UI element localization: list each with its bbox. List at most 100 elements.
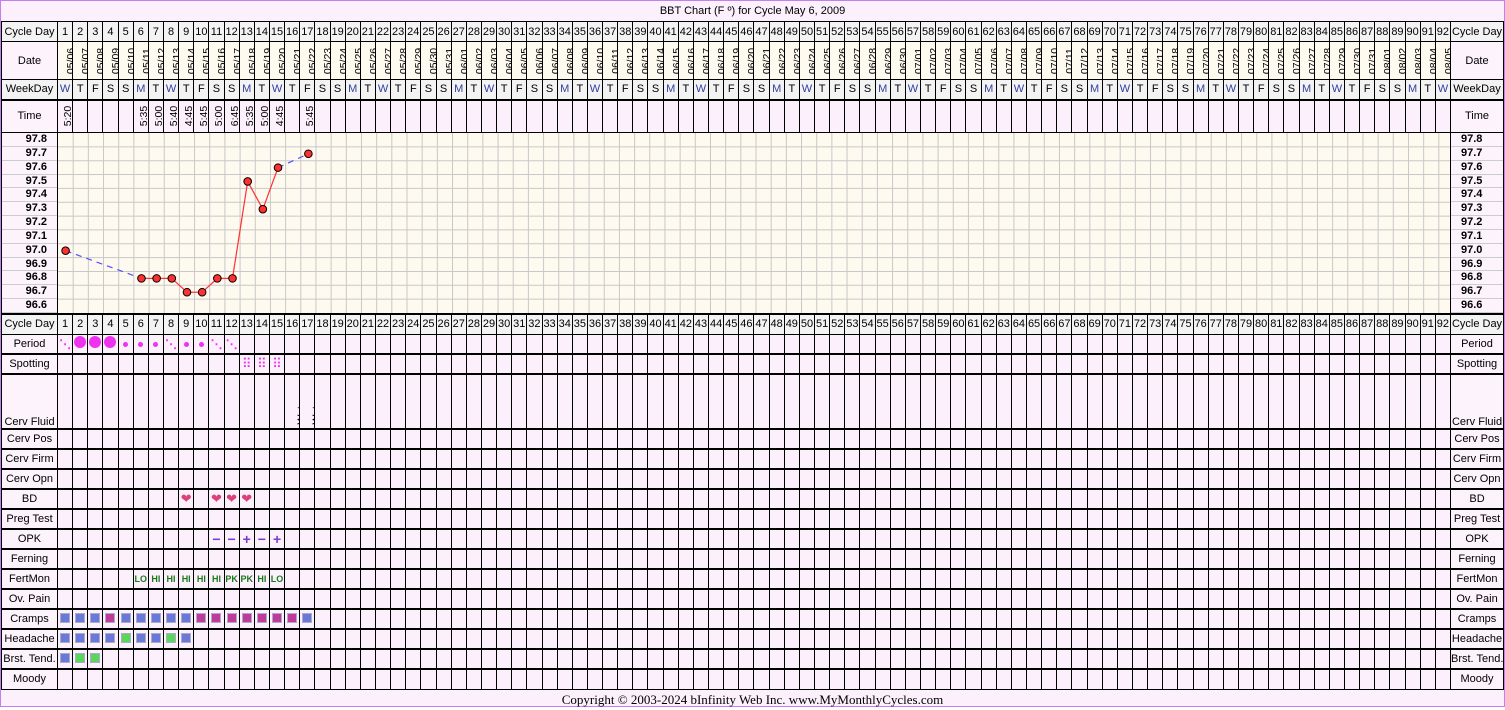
cerv-firm-cell-63 (995, 448, 1012, 470)
cycle-day-cell-4: 4 (102, 313, 119, 335)
date-cell-25: 05/30 (420, 41, 437, 80)
cerv-pos-cell-39 (632, 428, 649, 450)
label-preg-test: Preg Test (1, 508, 58, 530)
opk-cell-80 (1253, 528, 1270, 550)
ferning-cell-12 (223, 548, 240, 570)
headache-cell-62 (980, 628, 997, 650)
weekday-cell-63: T (995, 79, 1012, 100)
date-text: 06/09 (579, 47, 588, 74)
right-label-time: Time (1450, 98, 1504, 133)
fertmon-cell-84 (1313, 568, 1330, 590)
bd-cell-76 (1192, 488, 1209, 510)
weekday-cell-13: M (238, 79, 255, 100)
cycle-day-cell-35: 35 (571, 21, 588, 42)
cycle-day-cell-58: 58 (920, 21, 937, 42)
cerv-firm-cell-48 (768, 448, 785, 470)
preg-test-cell-63 (995, 508, 1012, 530)
brst-tend-cell-78 (1222, 648, 1239, 670)
cycle-day-cell-71: 71 (1116, 313, 1133, 335)
ov-pain-cell-86 (1343, 588, 1361, 610)
cerv-pos-cell-17 (299, 428, 316, 450)
moody-cell-11 (208, 668, 225, 690)
ferning-cell-38 (617, 548, 634, 570)
preg-test-cell-29 (480, 508, 498, 530)
moody-cell-56 (889, 668, 906, 690)
bd-cell-38 (617, 488, 634, 510)
ferning-cell-6 (132, 548, 149, 570)
spotting-cell-67 (1056, 353, 1073, 375)
time-cell-25 (420, 98, 437, 133)
headache-cell-76 (1192, 628, 1209, 650)
date-text: 07/20 (1200, 47, 1209, 74)
ov-pain-cell-89 (1389, 588, 1406, 610)
brst-tend-cell-3 (87, 648, 104, 670)
cerv-fluid-cell-69 (1086, 373, 1103, 430)
cramps-cell-32 (526, 608, 543, 630)
y-tick-label: 96.8 (1451, 271, 1503, 286)
fertmon-cell-18 (314, 568, 331, 590)
temp-point-day-13 (243, 177, 252, 186)
brst-tend-cell-28 (465, 648, 482, 670)
fertmon-cell-54 (859, 568, 876, 590)
bd-cell-3 (87, 488, 104, 510)
preg-test-cell-72 (1131, 508, 1149, 530)
headache-cell-80 (1253, 628, 1270, 650)
ov-pain-cell-63 (995, 588, 1012, 610)
time-cell-90 (1404, 98, 1421, 133)
cerv-firm-cell-46 (738, 448, 755, 470)
headache-cell-46 (738, 628, 755, 650)
cycle-day-cell-20: 20 (344, 313, 361, 335)
cerv-pos-cell-19 (329, 428, 346, 450)
cycle-day-cell-82: 82 (1283, 21, 1300, 42)
preg-test-cell-55 (874, 508, 891, 530)
date-cell-49: 06/23 (783, 41, 800, 80)
weekday-cell-10: F (193, 79, 210, 100)
brst-tend-cell-60 (950, 648, 967, 670)
cerv-fluid-cell-41 (662, 373, 679, 430)
opk-cell-41 (662, 528, 679, 550)
opk-cell-31 (511, 528, 528, 550)
weekday-cell-65: T (1025, 79, 1043, 100)
time-cell-22 (374, 98, 392, 133)
cramps-cell-66 (1041, 608, 1058, 630)
preg-test-cell-12 (223, 508, 240, 530)
cycle-day-cell-6: 6 (132, 313, 149, 335)
headache-cell-77 (1207, 628, 1224, 650)
ov-pain-cell-85 (1328, 588, 1345, 610)
cerv-pos-cell-50 (798, 428, 816, 450)
cycle-day-cell-3: 3 (87, 313, 104, 335)
period-cell-46 (738, 333, 755, 355)
headache-cell-39 (632, 628, 649, 650)
period-cell-58 (920, 333, 937, 355)
preg-test-cell-83 (1298, 508, 1315, 530)
brst-tend-cell-36 (586, 648, 604, 670)
cramps-cell-75 (1177, 608, 1194, 630)
cerv-fluid-cell-91 (1419, 373, 1436, 430)
cerv-pos-cell-92 (1434, 428, 1452, 450)
date-cell-79: 07/23 (1237, 41, 1255, 80)
cycle-day-cell-21: 21 (359, 21, 376, 42)
period-cell-75 (1177, 333, 1194, 355)
date-text: 07/06 (988, 47, 997, 74)
cycle-day-cell-30: 30 (496, 21, 513, 42)
headache-cell-84 (1313, 628, 1330, 650)
cerv-fluid-cell-51 (814, 373, 831, 430)
date-cell-29: 06/03 (480, 41, 498, 80)
moody-cell-89 (1389, 668, 1406, 690)
headache-cell-27 (450, 628, 467, 650)
cycle-day-cell-56: 56 (889, 313, 906, 335)
preg-test-cell-60 (950, 508, 967, 530)
cramps-magenta-square-icon (226, 612, 237, 623)
weekday-cell-80: F (1253, 79, 1270, 100)
moody-cell-25 (420, 668, 437, 690)
cerv-opn-cell-60 (950, 468, 967, 490)
brst-tend-cell-74 (1162, 648, 1179, 670)
temp-point-day-14 (258, 204, 268, 214)
cerv-opn-cell-88 (1374, 468, 1391, 490)
cerv-pos-cell-52 (829, 428, 846, 450)
ferning-cell-46 (738, 548, 755, 570)
cerv-fluid-cell-35 (571, 373, 588, 430)
period-cell-78 (1222, 333, 1239, 355)
cycle-day-cell-67: 67 (1056, 21, 1073, 42)
headache-cell-79 (1237, 628, 1255, 650)
